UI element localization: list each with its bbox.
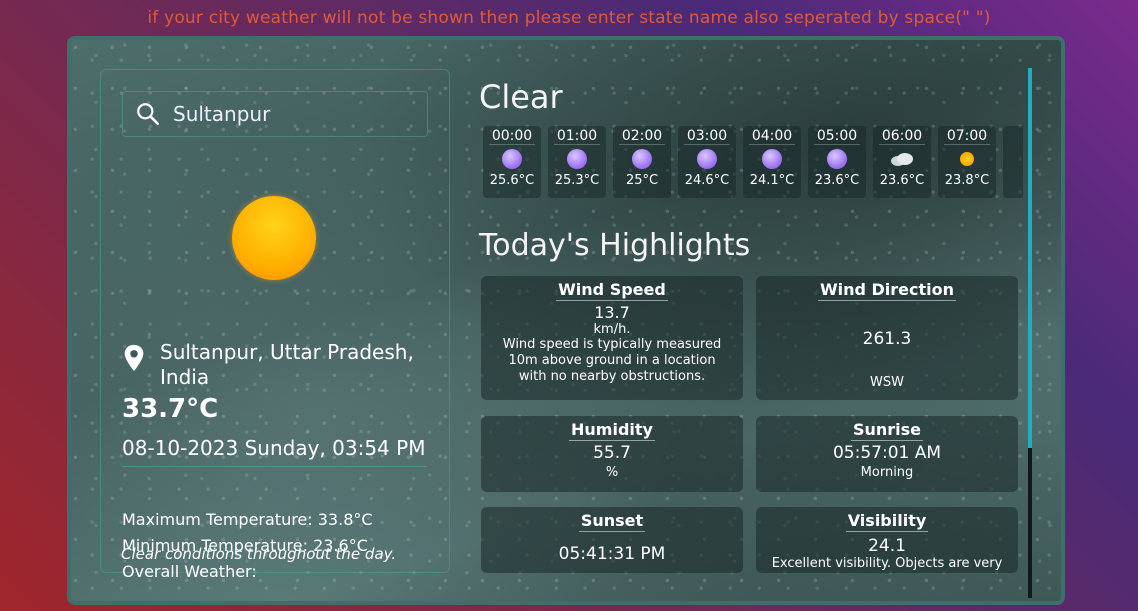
highlights-title: Today's Highlights [479,228,751,263]
current-weather-panel: Sultanpur, Uttar Pradesh, India 33.7°C 0… [100,69,450,581]
current-temperature: 33.7°C [122,394,219,424]
overall-weather-description: Clear conditions throughout the day. [121,545,397,563]
moon-icon [762,149,782,169]
visibility-card: Visibility 24.1 Excellent visibility. Ob… [756,507,1018,573]
humidity-card: Humidity 55.7 % [481,416,743,492]
hour-card-partial [1003,126,1023,198]
wind-speed-card: Wind Speed 13.7 km/h. Wind speed is typi… [481,276,743,400]
city-search-input[interactable] [173,102,413,126]
weather-app-frame: Sultanpur, Uttar Pradesh, India 33.7°C 0… [67,36,1065,605]
hour-card: 02:00 25°C [613,126,671,198]
hour-card: 07:00 23.8°C [938,126,996,198]
hour-card: 06:00 23.6°C [873,126,931,198]
cloud-icon [891,153,913,166]
search-icon [137,103,160,126]
overall-weather-label: Overall Weather: [122,562,257,581]
sun-icon [960,152,974,166]
condition-title: Clear [479,78,563,116]
sunrise-card: Sunrise 05:57:01 AM Morning [756,416,1018,492]
moon-icon [827,149,847,169]
moon-icon [697,149,717,169]
hour-card: 01:00 25.3°C [548,126,606,198]
hour-card: 04:00 24.1°C [743,126,801,198]
sun-weather-icon [232,196,316,280]
scrollbar-thumb[interactable] [1028,68,1032,448]
location-pin-icon [124,344,144,372]
wind-direction-card: Wind Direction 261.3 WSW [756,276,1018,400]
moon-icon [502,149,522,169]
date-time: 08-10-2023 Sunday, 03:54 PM [122,436,427,467]
hour-card: 05:00 23.6°C [808,126,866,198]
hour-card: 00:00 25.6°C [483,126,541,198]
moon-icon [632,149,652,169]
max-temperature: Maximum Temperature: 33.8°C [122,510,373,529]
hourly-forecast[interactable]: 00:00 25.6°C 01:00 25.3°C 02:00 25°C 03:… [483,126,1023,200]
vertical-scrollbar[interactable] [1028,68,1032,598]
search-box[interactable] [122,91,428,137]
sunset-card: Sunset 05:41:31 PM [481,507,743,573]
moon-icon [567,149,587,169]
hour-card: 03:00 24.6°C [678,126,736,198]
location-row: Sultanpur, Uttar Pradesh, India [122,340,442,390]
notice-text: if your city weather will not be shown t… [147,8,991,28]
location-name: Sultanpur, Uttar Pradesh, India [160,340,414,389]
